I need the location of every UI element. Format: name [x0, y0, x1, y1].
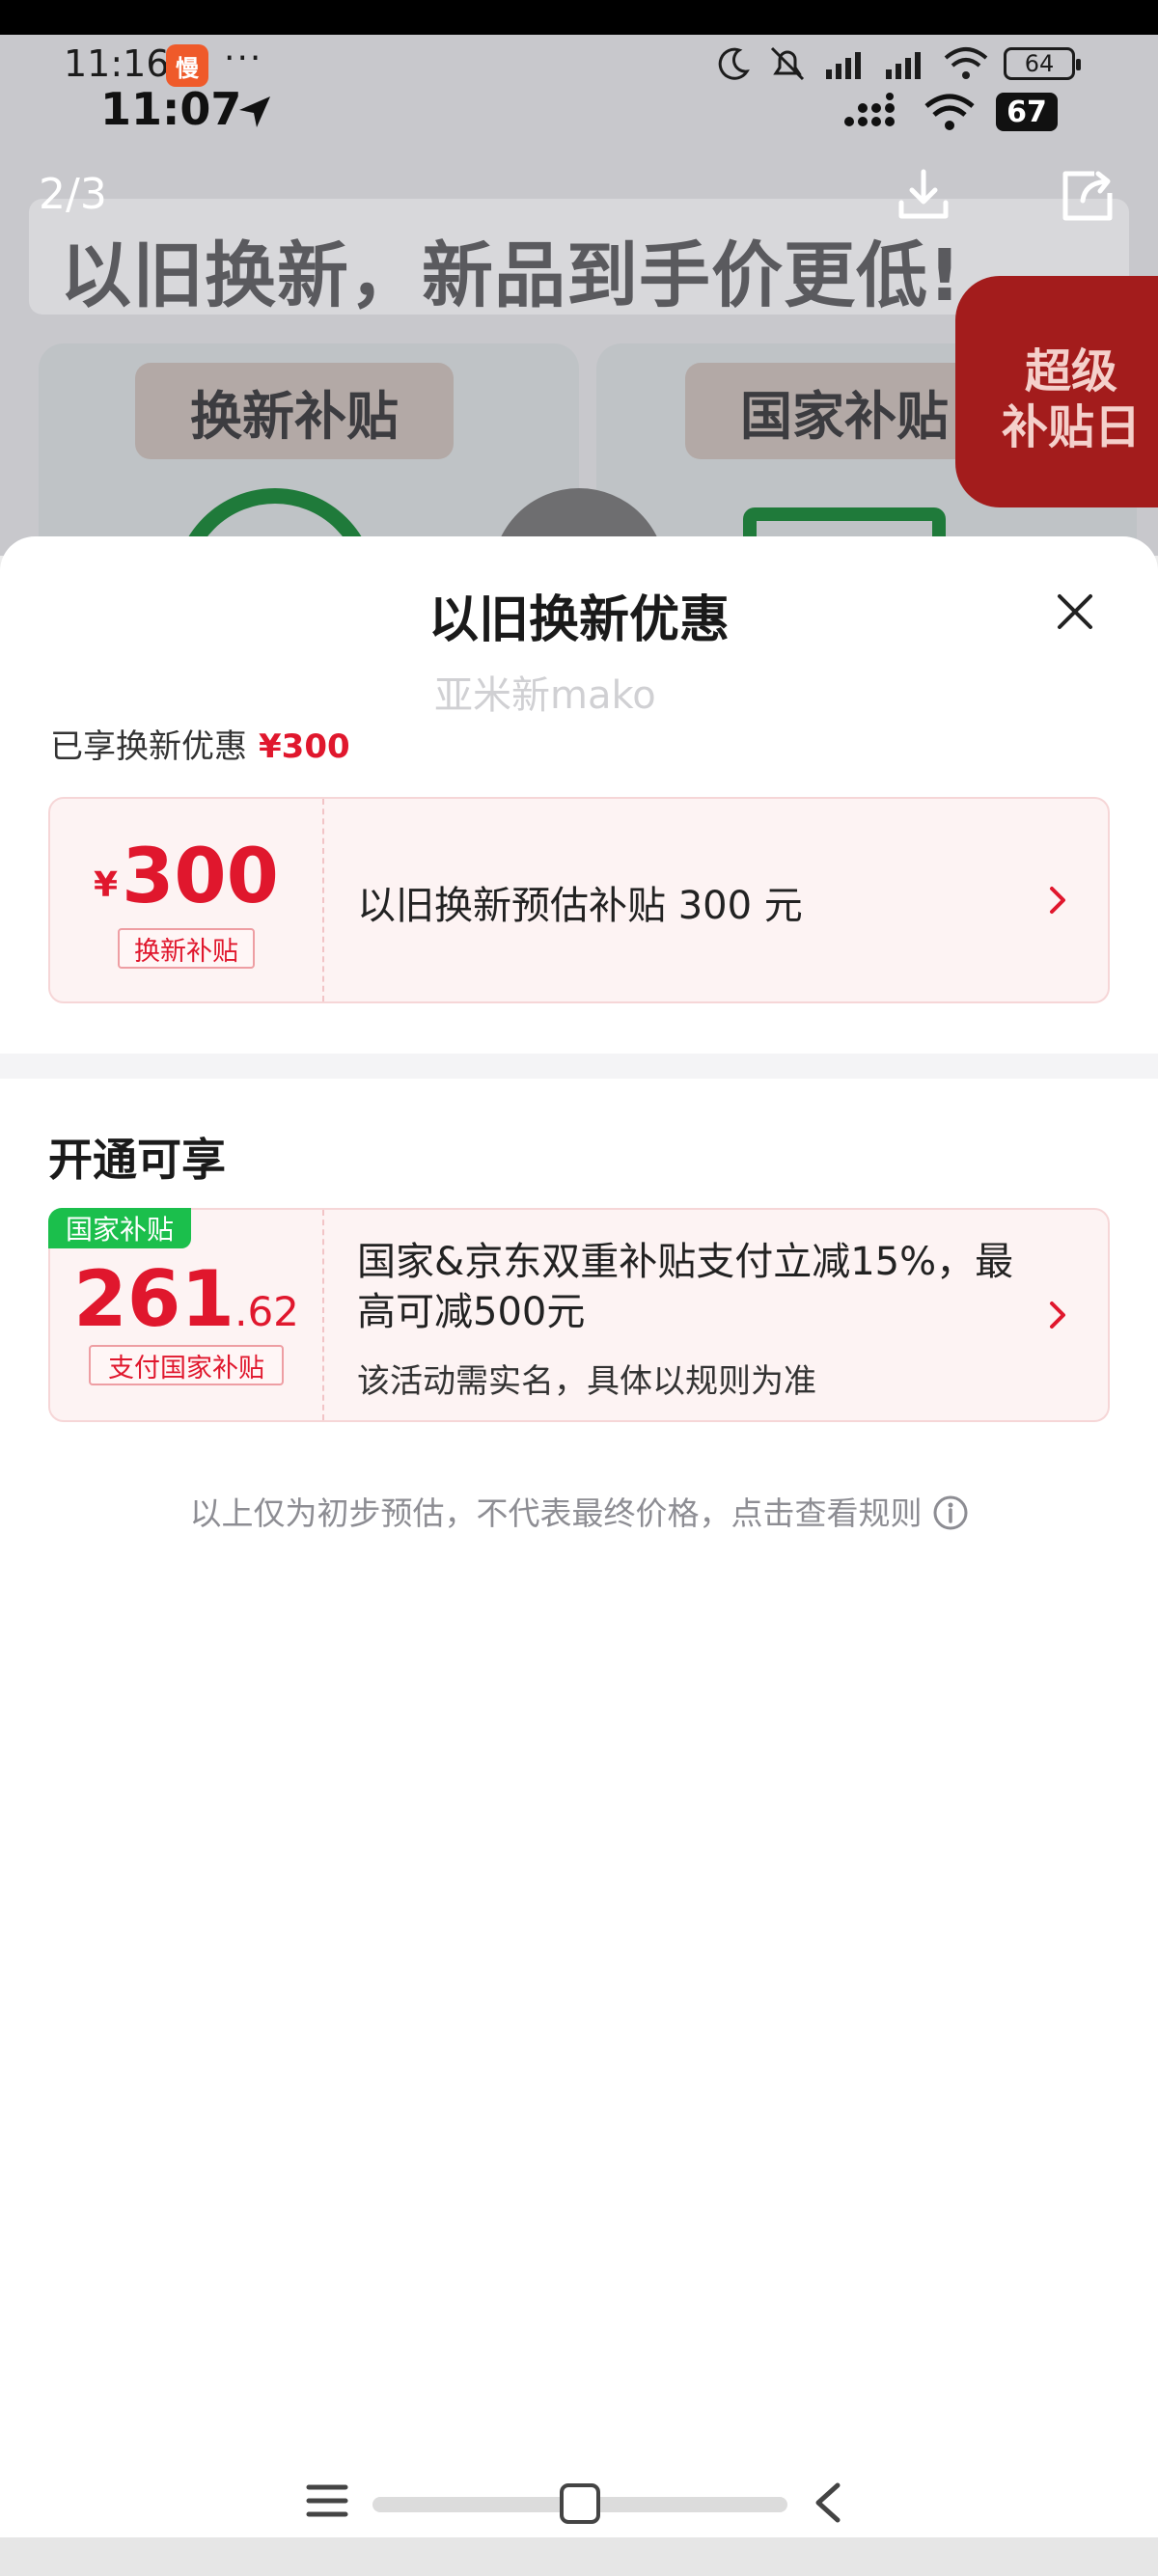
coupon1-amount: ¥300 [50, 834, 322, 920]
status-time-secondary: 11:07 [100, 83, 242, 135]
coupon2-divider [322, 1210, 324, 1420]
coupon1-divider [322, 799, 324, 1001]
badge-line1: 超级 [1024, 344, 1117, 398]
battery-indicator-primary: 64 [1004, 47, 1081, 80]
background-tab-trade-in: 换新补贴 [135, 363, 454, 459]
enjoyed-discount-amount: ¥300 [259, 727, 350, 766]
chevron-right-icon [1050, 1302, 1065, 1329]
background-headline: 以旧换新，新品到手价更低! [60, 234, 962, 317]
top-bar [0, 0, 1158, 35]
section-title-available: 开通可享 [48, 1134, 226, 1186]
close-button[interactable] [1046, 583, 1104, 641]
location-arrow-icon [239, 96, 270, 127]
coupon2-amount-integer: 261 [73, 1254, 235, 1344]
nav-recents-icon[interactable] [305, 2481, 349, 2520]
sheet-title: 以旧换新优惠 [427, 591, 730, 649]
info-icon[interactable] [932, 1494, 969, 1531]
enjoyed-discount-row: 已享换新优惠 ¥300 [50, 720, 350, 767]
status-more-icon: ··· [224, 39, 263, 78]
coupon2-tag: 支付国家补贴 [89, 1345, 284, 1385]
do-not-disturb-moon-icon [718, 47, 750, 80]
coupon1-value: 300 [122, 834, 279, 920]
download-icon[interactable] [892, 164, 955, 228]
trade-in-subsidy-coupon[interactable]: ¥300 换新补贴 以旧换新预估补贴 300 元 [48, 797, 1110, 1003]
nav-home-icon[interactable] [560, 2483, 600, 2524]
share-icon[interactable] [1056, 164, 1119, 228]
close-icon [1058, 594, 1092, 629]
disclaimer-text: 以上仅为初步预估，不代表最终价格，点击查看规则 [189, 1494, 923, 1532]
super-subsidy-day-badge: 超级 补贴日 [955, 276, 1158, 507]
national-subsidy-ribbon: 国家补贴 [48, 1208, 191, 1248]
mute-bell-icon [770, 46, 805, 81]
section-separator [0, 1054, 1158, 1079]
status-time-primary: 11:16 [64, 42, 170, 85]
coupon2-amount: 261.62 [50, 1254, 322, 1344]
app-notification-icon: 慢 [166, 44, 208, 87]
coupon1-tag: 换新补贴 [118, 928, 255, 969]
wifi-icon-1 [944, 47, 988, 79]
badge-line2: 补贴日 [1001, 400, 1141, 454]
coupon1-description: 以旧换新预估补贴 300 元 [357, 884, 803, 928]
enjoyed-discount-label: 已享换新优惠 [50, 727, 247, 766]
page-counter: 2/3 [39, 170, 107, 219]
national-subsidy-coupon[interactable]: 国家补贴 261.62 支付国家补贴 国家&京东双重补贴支付立减15%，最高可减… [48, 1208, 1110, 1422]
coupon1-currency: ¥ [94, 865, 119, 905]
cellular-dots-icon [844, 93, 895, 126]
coupon2-note: 该活动需实名，具体以规则为准 [357, 1362, 816, 1401]
disclaimer-rules-link[interactable]: 以上仅为初步预估，不代表最终价格，点击查看规则 [0, 1488, 1158, 1534]
status-icons-primary: 64 [714, 42, 1081, 85]
coupon2-description: 国家&京东双重补贴支付立减15%，最高可减500元 [357, 1240, 1014, 1334]
trade-in-offer-sheet: 以旧换新优惠 已享换新优惠 ¥300 ¥300 换新补贴 以旧换新预估补贴 300… [0, 536, 1158, 2538]
hd-signal-icon-2 [886, 52, 921, 79]
hd-signal-icon-1 [826, 52, 861, 79]
coupon2-amount-decimal: .62 [234, 1288, 299, 1335]
wifi-icon-2 [924, 94, 975, 130]
nav-back-icon[interactable] [811, 2480, 845, 2526]
watermark-text: 亚米新mako [434, 673, 656, 718]
bottom-edge [0, 2537, 1158, 2576]
status-icons-secondary: 67 [841, 89, 1058, 135]
chevron-right-icon [1050, 887, 1065, 914]
battery-indicator-secondary: 67 [996, 93, 1058, 131]
